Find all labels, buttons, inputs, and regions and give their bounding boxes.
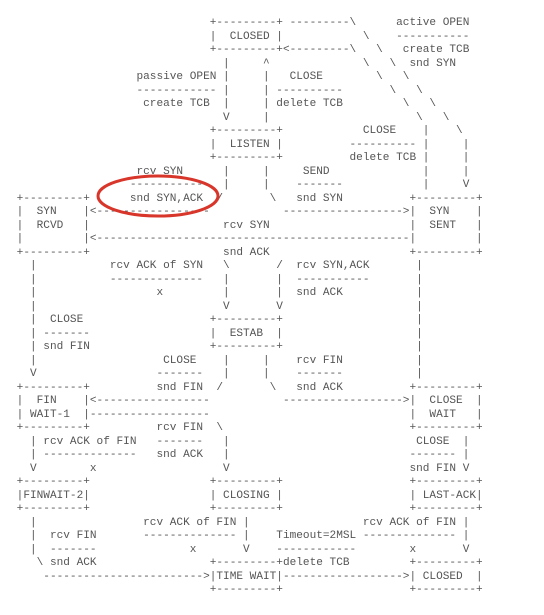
- tcp-state-diagram-text: +---------+ ---------\ active OPEN | CLO…: [10, 17, 483, 596]
- tcp-state-diagram: +---------+ ---------\ active OPEN | CLO…: [0, 11, 493, 604]
